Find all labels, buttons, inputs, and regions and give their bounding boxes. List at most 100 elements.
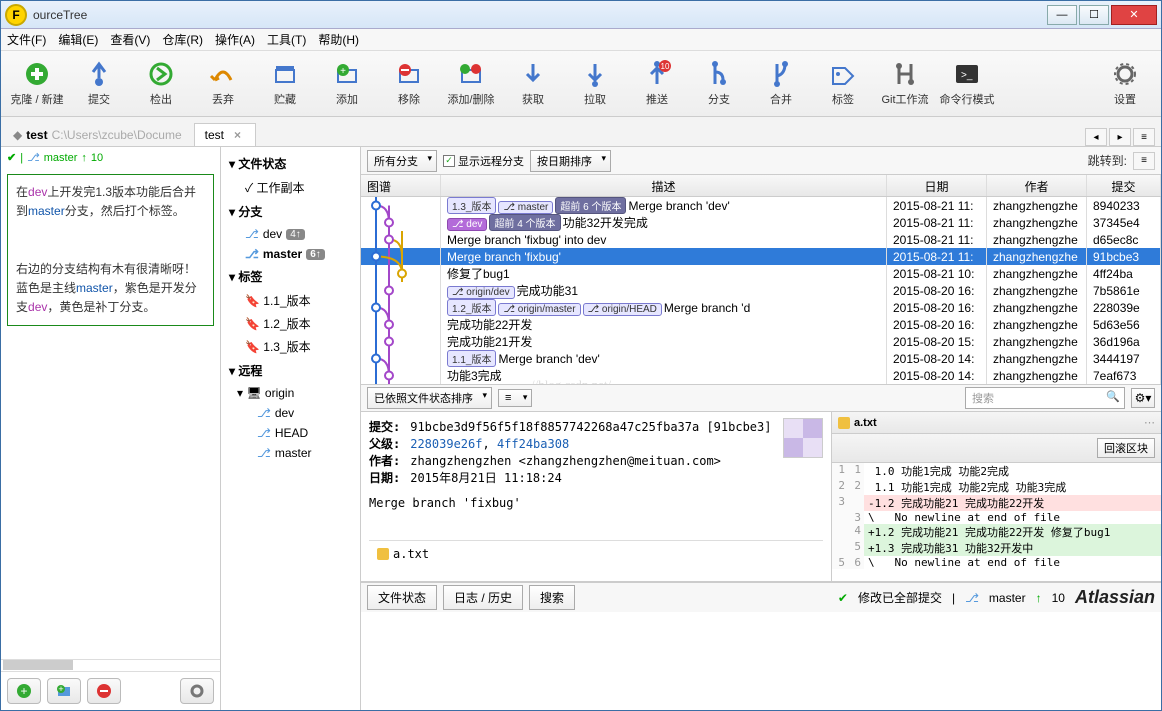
parent-link-2[interactable]: 4ff24ba308 — [497, 437, 569, 451]
col-date[interactable]: 日期 — [887, 175, 987, 196]
revert-hunk-button[interactable]: 回滚区块 — [1097, 438, 1155, 458]
gitflow-button[interactable]: Git工作流 — [877, 60, 933, 107]
col-author[interactable]: 作者 — [987, 175, 1087, 196]
diff-more-icon[interactable]: ⋯ — [1144, 416, 1155, 429]
discard-button[interactable]: 丢弃 — [195, 60, 251, 107]
maximize-button[interactable]: ☐ — [1079, 5, 1109, 25]
pull-button[interactable]: 拉取 — [567, 60, 623, 107]
sidebar-tag[interactable]: 🔖 1.3_版本 — [223, 335, 358, 358]
sidebar-item-workingcopy[interactable]: ✓ 工作副本 — [223, 176, 358, 199]
footer-filestatus-button[interactable]: 文件状态 — [367, 585, 437, 610]
sidebar-header[interactable]: ▾ 远程 — [223, 358, 358, 383]
merge-button[interactable]: 合并 — [753, 60, 809, 107]
sidebar-header[interactable]: ▾ 标签 — [223, 264, 358, 289]
fetch-button[interactable]: 获取 — [505, 60, 561, 107]
svg-text:+: + — [20, 684, 27, 698]
detail-settings-button[interactable]: ⚙▾ — [1131, 388, 1155, 408]
check-icon: ✔ — [838, 591, 848, 605]
branch-filter-dropdown[interactable]: 所有分支 — [367, 150, 437, 172]
sidebar-remote-origin[interactable]: ▾ 🖥 origin — [223, 383, 358, 403]
sidebar-remote-branch[interactable]: ⎇ HEAD — [223, 423, 358, 443]
push-button[interactable]: 10推送 — [629, 60, 685, 107]
nav-forward-button[interactable]: ▸ — [1109, 128, 1131, 146]
col-commit[interactable]: 提交 — [1087, 175, 1161, 196]
sidebar: ▾ 文件状态✓ 工作副本▾ 分支⎇ dev 4↑⎇ master 6↑▾ 标签🔖… — [221, 147, 361, 710]
tab-close-icon[interactable]: × — [234, 128, 241, 142]
close-button[interactable]: ✕ — [1111, 5, 1157, 25]
sidebar-branch-dev[interactable]: ⎇ dev 4↑ — [223, 224, 358, 244]
nav-menu-button[interactable]: ≡ — [1133, 128, 1155, 146]
toolbar-label: 标签 — [832, 91, 854, 107]
modified-icon — [838, 417, 850, 429]
jump-to-label: 跳转到: — [1088, 152, 1127, 169]
toolbar-label: 检出 — [150, 91, 172, 107]
annotation-box: 在dev上开发完1.3版本功能后合并到master分支，然后打个标签。右边的分支… — [7, 174, 214, 326]
repo-path: C:\Users\zcube\Docume — [52, 128, 182, 142]
menu-item[interactable]: 操作(A) — [215, 31, 255, 48]
sidebar-branch-master[interactable]: ⎇ master 6↑ — [223, 244, 358, 264]
sidebar-remote-branch[interactable]: ⎇ dev — [223, 403, 358, 423]
branch-icon: ⎇ — [27, 151, 40, 164]
footer-log-button[interactable]: 日志 / 历史 — [443, 585, 523, 610]
menubar: 文件(F) 编辑(E) 查看(V) 仓库(R) 操作(A) 工具(T) 帮助(H) — [1, 29, 1161, 51]
commit-author: zhangzhengzhen <zhangzhengzhen@meituan.c… — [410, 454, 721, 468]
nav-back-button[interactable]: ◂ — [1085, 128, 1107, 146]
search-input[interactable]: 搜索🔍 — [965, 387, 1125, 409]
addremove-button[interactable]: 添加/删除 — [443, 60, 499, 107]
file-sort-dropdown[interactable]: 已依照文件状态排序 — [367, 387, 492, 409]
sidebar-remote-branch[interactable]: ⎇ master — [223, 443, 358, 463]
remove-repo-button[interactable] — [87, 678, 121, 704]
col-desc[interactable]: 描述 — [441, 175, 887, 196]
menu-item[interactable]: 文件(F) — [7, 31, 46, 48]
toolbar-label: 添加/删除 — [447, 91, 494, 107]
toolbar: 克隆 / 新建提交检出 丢弃贮藏+添加移除添加/删除获取拉取10推送分支合并标签 G… — [1, 51, 1161, 117]
tag-button[interactable]: 标签 — [815, 60, 871, 107]
commit-rows: 1.3_版本⎇ master超前 6 个版本Merge branch 'dev'… — [361, 197, 1161, 384]
status-branch: master — [44, 152, 78, 164]
view-mode-dropdown[interactable]: ≡ — [498, 389, 532, 407]
add-folder-button[interactable]: + — [47, 678, 81, 704]
sidebar-header[interactable]: ▾ 文件状态 — [223, 151, 358, 176]
show-remote-checkbox[interactable]: ✓显示远程分支 — [443, 153, 524, 169]
changed-file[interactable]: a.txt — [393, 547, 429, 561]
add-repo-button[interactable]: + — [7, 678, 41, 704]
menu-item[interactable]: 工具(T) — [267, 31, 306, 48]
menu-item[interactable]: 帮助(H) — [318, 31, 359, 48]
checkout-button[interactable]: 检出 — [133, 60, 189, 107]
commit-row[interactable]: Merge branch 'fixbug' into dev 2015-08-2… — [361, 231, 1161, 248]
minimize-button[interactable]: — — [1047, 5, 1077, 25]
parent-link-1[interactable]: 228039e26f — [410, 437, 482, 451]
stash-button[interactable]: 贮藏 — [257, 60, 313, 107]
commit-row[interactable]: ⎇ dev超前 4 个版本功能32开发完成 2015-08-21 11: zha… — [361, 214, 1161, 231]
terminal-button[interactable]: >_命令行模式 — [939, 60, 995, 107]
menu-item[interactable]: 编辑(E) — [58, 31, 98, 48]
toolbar-label: 克隆 / 新建 — [10, 91, 63, 107]
settings-button[interactable]: 设置 — [1097, 60, 1153, 107]
sidebar-header[interactable]: ▾ 分支 — [223, 199, 358, 224]
main-panel: 所有分支 ✓显示远程分支 按日期排序 跳转到: ≡ 图谱 描述 日期 作者 提交… — [361, 147, 1161, 710]
col-graph[interactable]: 图谱 — [361, 175, 441, 196]
modified-icon — [377, 548, 389, 560]
tab-test[interactable]: test × — [194, 123, 256, 146]
menu-item[interactable]: 查看(V) — [110, 31, 150, 48]
add-button[interactable]: +添加 — [319, 60, 375, 107]
titlebar: F ourceTree — ☐ ✕ — [1, 1, 1161, 29]
tab-label: test — [205, 128, 224, 142]
menu-item[interactable]: 仓库(R) — [162, 31, 203, 48]
footer-clean-label: 修改已全部提交 — [858, 589, 942, 606]
branch-button[interactable]: 分支 — [691, 60, 747, 107]
toolbar-label: 推送 — [646, 91, 668, 107]
repo-settings-button[interactable] — [180, 678, 214, 704]
footer-branch: master — [989, 591, 1026, 605]
commit-row[interactable]: 功能3完成 2015-08-20 14: zhangzhengzhe 7eaf6… — [361, 367, 1161, 384]
footer-search-button[interactable]: 搜索 — [529, 585, 575, 610]
svg-text:+: + — [340, 66, 346, 77]
jump-menu-button[interactable]: ≡ — [1133, 152, 1155, 170]
repo-panel: ✔ | ⎇ master ↑10 在dev上开发完1.3版本功能后合并到mast… — [1, 147, 221, 710]
remove-button[interactable]: 移除 — [381, 60, 437, 107]
sidebar-tag[interactable]: 🔖 1.2_版本 — [223, 312, 358, 335]
sidebar-tag[interactable]: 🔖 1.1_版本 — [223, 289, 358, 312]
sort-dropdown[interactable]: 按日期排序 — [530, 150, 611, 172]
commit-button[interactable]: 提交 — [71, 60, 127, 107]
clone-button[interactable]: 克隆 / 新建 — [9, 60, 65, 107]
